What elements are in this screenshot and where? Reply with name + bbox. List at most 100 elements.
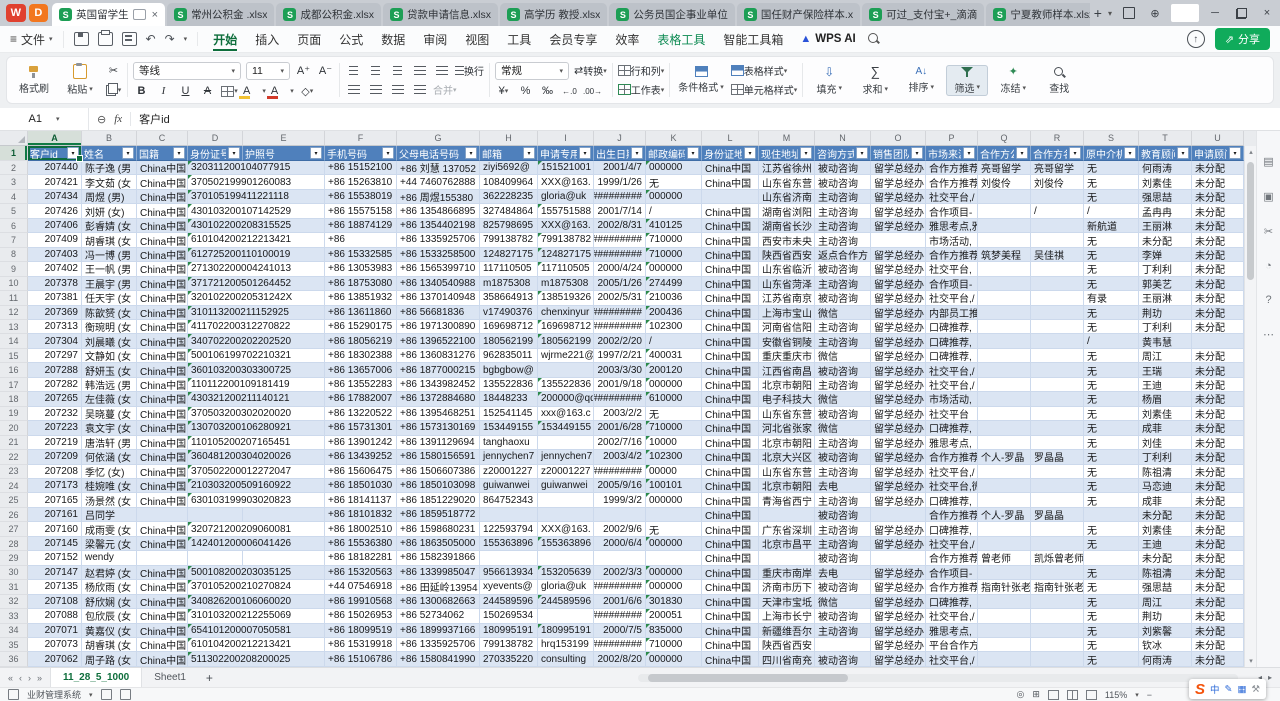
cell[interactable]: 被动咨询 — [815, 652, 871, 666]
cell[interactable]: 2002/9/6 — [594, 522, 646, 536]
cell[interactable]: 10000 — [646, 436, 702, 450]
table-style-button[interactable]: 表格样式▾ — [731, 63, 788, 78]
close-button[interactable]: × — [1254, 0, 1280, 26]
cell[interactable]: 新疆维吾尔 — [759, 624, 815, 638]
cell[interactable]: 207223 — [28, 421, 82, 435]
cell[interactable]: China中国 — [137, 609, 188, 623]
cell[interactable]: 207160 — [28, 522, 82, 536]
cell[interactable]: 文静如 (女 — [82, 349, 137, 363]
cell[interactable]: 社交平台 — [926, 407, 978, 421]
cell[interactable]: gloria@uk — [538, 190, 594, 204]
cell[interactable]: 200120 — [646, 363, 702, 377]
cell[interactable]: 北京大兴区 — [759, 450, 815, 464]
cell[interactable] — [759, 508, 815, 522]
cell[interactable]: 117110505 — [538, 262, 594, 276]
cell[interactable]: China中国 — [702, 161, 759, 175]
cell[interactable]: +86 刘慧 137052 — [397, 161, 480, 175]
column-letter[interactable]: E — [243, 131, 325, 146]
cell[interactable]: 留学总经办 — [871, 204, 926, 218]
cell[interactable] — [871, 508, 926, 522]
cell[interactable]: 北京市昌平 — [759, 537, 815, 551]
cell[interactable]: 210303200509160922 — [188, 479, 243, 493]
cell[interactable]: 未分配 — [1192, 638, 1244, 652]
cell[interactable]: 610104200212213421 — [188, 233, 243, 247]
cell[interactable]: 未分配 — [1192, 508, 1244, 522]
cell[interactable]: 合作项目- — [926, 277, 978, 291]
cell[interactable]: 207421 — [28, 175, 82, 189]
cell[interactable]: 未分配 — [1192, 450, 1244, 464]
cell[interactable]: 雅思考点, — [926, 624, 978, 638]
cell[interactable]: 无 — [1084, 277, 1139, 291]
cell[interactable]: 山东省东营 — [759, 465, 815, 479]
cell[interactable]: 122593794 — [480, 522, 538, 536]
cell[interactable]: 无 — [1084, 436, 1139, 450]
cell[interactable]: 无 — [1084, 190, 1139, 204]
cell[interactable]: China中国 — [702, 291, 759, 305]
cell[interactable]: 汤景然 (女 — [82, 493, 137, 507]
cell[interactable]: 雅思考点, — [926, 436, 978, 450]
cell[interactable]: 丁利利 — [1139, 320, 1192, 334]
cell[interactable]: +86 — [325, 233, 397, 247]
column-header[interactable]: 父母电话号码▾ — [397, 146, 480, 161]
cell[interactable] — [978, 566, 1031, 580]
page-layout-view-icon[interactable] — [1067, 690, 1078, 700]
cell[interactable]: 江苏省南京 — [759, 291, 815, 305]
cell[interactable]: 962835011 — [480, 349, 538, 363]
cell[interactable]: 留学总经办 — [871, 175, 926, 189]
justify-icon[interactable] — [411, 82, 428, 97]
cell[interactable] — [1084, 551, 1139, 565]
cell[interactable]: 207208 — [28, 465, 82, 479]
column-header[interactable]: 邮政编码▾ — [646, 146, 702, 161]
cell[interactable]: 无 — [1084, 652, 1139, 666]
cell[interactable]: 1997/2/21 — [594, 349, 646, 363]
scissors-icon[interactable]: ✂ — [1264, 225, 1273, 238]
cell[interactable] — [978, 537, 1031, 551]
cell[interactable]: 000000 — [646, 493, 702, 507]
column-header[interactable]: 现住地址▾ — [759, 146, 815, 161]
filter-dropdown-icon[interactable]: ▾ — [856, 147, 868, 159]
column-header[interactable]: 护照号▾ — [243, 146, 325, 161]
cell[interactable]: 无 — [1084, 392, 1139, 406]
cell[interactable]: China中国 — [702, 306, 759, 320]
cell[interactable]: 无 — [1084, 450, 1139, 464]
worksheet-button[interactable]: 工作表▾ — [618, 82, 665, 97]
undo-icon[interactable]: ↶ — [146, 32, 156, 46]
cell[interactable]: +86 1339985047 — [397, 566, 480, 580]
cell[interactable]: 无 — [1084, 493, 1139, 507]
cell[interactable] — [978, 291, 1031, 305]
cell[interactable]: wjrme221@ — [538, 349, 594, 363]
cell[interactable]: 169698712 — [480, 320, 538, 334]
cell[interactable]: 王丽淋 — [1139, 219, 1192, 233]
cell[interactable]: 周子路 (女 — [82, 652, 137, 666]
cell-style-button[interactable]: 单元格样式▾ — [731, 82, 798, 97]
normal-view-icon[interactable] — [1048, 690, 1059, 700]
cell[interactable]: 留学总经办 — [871, 190, 926, 204]
cell[interactable]: 主动咨询 — [815, 277, 871, 291]
cell[interactable]: 32010220020531242X — [188, 291, 243, 305]
cell[interactable] — [480, 551, 538, 565]
cell[interactable]: +86 15026953 — [325, 609, 397, 623]
cell[interactable]: 未分配 — [1192, 624, 1244, 638]
cell[interactable]: 200436 — [646, 306, 702, 320]
cell[interactable]: 271302200004241013 — [188, 262, 243, 276]
cell[interactable]: +86 1360831276 — [397, 349, 480, 363]
cell[interactable]: 207426 — [28, 204, 82, 218]
cell[interactable]: 冯一博 (男 — [82, 248, 137, 262]
column-header[interactable]: 手机号码▾ — [325, 146, 397, 161]
cell[interactable] — [137, 508, 188, 522]
cell[interactable]: tanghaoxu — [480, 436, 538, 450]
cell[interactable]: 被动咨询 — [815, 580, 871, 594]
row-number[interactable]: 7 — [0, 233, 28, 247]
wps-ai-button[interactable]: ▲ WPS AI — [800, 33, 855, 45]
column-letter[interactable]: Q — [978, 131, 1031, 146]
wrap-text-button[interactable]: 换行 — [455, 63, 484, 78]
cell[interactable]: 指南针张老 — [1031, 580, 1084, 594]
cell[interactable]: 430103200107142529 — [188, 204, 243, 218]
cell[interactable]: 王一帆 (男 — [82, 262, 137, 276]
cell[interactable]: 留学总经办 — [871, 407, 926, 421]
cell[interactable]: 留学总经办 — [871, 306, 926, 320]
cell[interactable] — [702, 190, 759, 204]
cell[interactable]: 未分配 — [1192, 219, 1244, 233]
cell[interactable]: 无 — [1084, 580, 1139, 594]
cell[interactable]: China中国 — [702, 320, 759, 334]
